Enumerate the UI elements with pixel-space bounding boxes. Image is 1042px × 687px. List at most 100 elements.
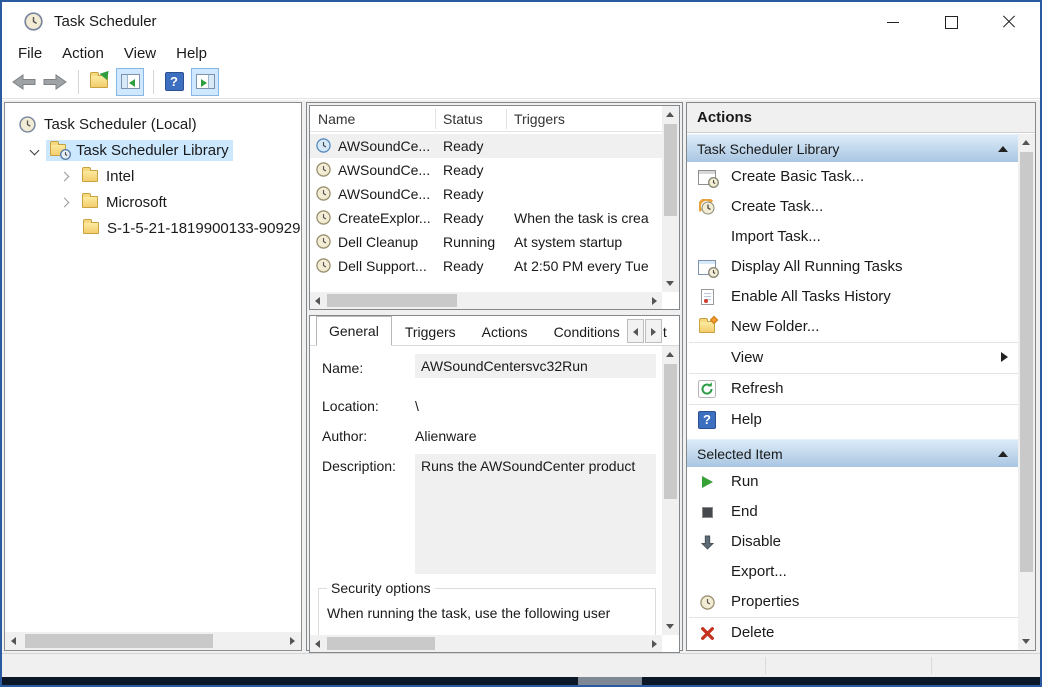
display-running-tasks-icon bbox=[698, 260, 716, 275]
action-new-folder[interactable]: New Folder... bbox=[687, 312, 1018, 342]
scroll-up-icon[interactable] bbox=[1022, 140, 1030, 145]
forward-button[interactable] bbox=[41, 68, 69, 96]
action-enable-history[interactable]: Enable All Tasks History bbox=[687, 282, 1018, 312]
task-row[interactable]: AWSoundCe... Ready bbox=[310, 158, 662, 182]
list-vertical-scrollbar[interactable] bbox=[662, 106, 679, 292]
task-row[interactable]: CreateExplor... Ready When the task is c… bbox=[310, 206, 662, 230]
actions-panel-title: Actions bbox=[687, 103, 1035, 133]
scroll-left-icon[interactable] bbox=[11, 637, 16, 645]
menu-help[interactable]: Help bbox=[166, 44, 217, 63]
chevron-down-icon[interactable] bbox=[30, 145, 40, 155]
description-label: Description: bbox=[322, 458, 396, 474]
task-row[interactable]: Dell Support... Ready At 2:50 PM every T… bbox=[310, 254, 662, 278]
scrollbar-thumb[interactable] bbox=[327, 637, 435, 650]
tree-item-sid[interactable]: S-1-5-21-1819900133-90929704-1 bbox=[5, 215, 301, 241]
properties-icon bbox=[696, 591, 718, 613]
column-header-triggers[interactable]: Triggers bbox=[514, 111, 565, 127]
scrollbar-thumb[interactable] bbox=[664, 364, 677, 499]
actions-vertical-scrollbar[interactable] bbox=[1018, 134, 1035, 650]
collapse-icon[interactable] bbox=[998, 451, 1008, 457]
delete-icon bbox=[696, 622, 718, 644]
task-row[interactable]: Dell Cleanup Running At system startup bbox=[310, 230, 662, 254]
menu-bar: File Action View Help bbox=[2, 42, 1040, 65]
scroll-down-icon[interactable] bbox=[666, 624, 674, 629]
tab-general[interactable]: General bbox=[316, 316, 392, 346]
scroll-left-icon[interactable] bbox=[315, 640, 320, 648]
clock-icon bbox=[316, 210, 331, 228]
tree-item-label: Task Scheduler (Local) bbox=[44, 116, 197, 133]
detail-vertical-scrollbar[interactable] bbox=[662, 346, 679, 635]
action-create-basic-task[interactable]: Create Basic Task... bbox=[687, 162, 1018, 192]
action-import-task[interactable]: Import Task... bbox=[687, 222, 1018, 252]
scroll-right-icon[interactable] bbox=[652, 640, 657, 648]
action-help[interactable]: Help bbox=[687, 405, 1018, 435]
scroll-down-icon[interactable] bbox=[666, 281, 674, 286]
list-horizontal-scrollbar[interactable] bbox=[310, 292, 662, 309]
help-toolbar-button[interactable] bbox=[160, 68, 188, 96]
chevron-right-icon[interactable] bbox=[60, 171, 70, 181]
tab-scroll-right-button[interactable] bbox=[645, 319, 662, 343]
tree-item-root[interactable]: Task Scheduler (Local) bbox=[5, 111, 301, 137]
tab-actions[interactable]: Actions bbox=[469, 317, 541, 346]
toggle-action-pane-button[interactable] bbox=[191, 68, 219, 96]
tree-horizontal-scrollbar[interactable] bbox=[5, 632, 301, 650]
toggle-console-tree-button[interactable] bbox=[116, 68, 144, 96]
console-tree-panel: Task Scheduler (Local) Task Scheduler Li… bbox=[4, 102, 302, 651]
actions-section-library[interactable]: Task Scheduler Library bbox=[687, 134, 1018, 162]
tree-item-microsoft[interactable]: Microsoft bbox=[5, 189, 301, 215]
tab-triggers[interactable]: Triggers bbox=[392, 317, 469, 346]
menu-view[interactable]: View bbox=[114, 44, 166, 63]
scroll-right-icon[interactable] bbox=[652, 297, 657, 305]
tab-scroll-left-button[interactable] bbox=[627, 319, 644, 343]
scroll-right-icon bbox=[651, 328, 656, 336]
scrollbar-thumb[interactable] bbox=[1020, 152, 1033, 572]
action-end[interactable]: End bbox=[687, 497, 1018, 527]
scrollbar-thumb[interactable] bbox=[25, 634, 213, 648]
task-row[interactable]: AWSoundCe... Ready bbox=[310, 182, 662, 206]
tab-conditions[interactable]: Conditions bbox=[541, 317, 633, 346]
back-button[interactable] bbox=[10, 68, 38, 96]
column-header-status[interactable]: Status bbox=[443, 111, 483, 127]
actions-section-selected-item[interactable]: Selected Item bbox=[687, 439, 1018, 467]
taskbar-strip bbox=[2, 677, 1040, 685]
action-properties[interactable]: Properties bbox=[687, 587, 1018, 617]
export-list-button[interactable] bbox=[85, 68, 113, 96]
detail-horizontal-scrollbar[interactable] bbox=[310, 635, 662, 652]
task-row[interactable]: AWSoundCe... Ready bbox=[310, 134, 662, 158]
toggle-action-pane-icon bbox=[196, 74, 215, 89]
action-view[interactable]: View bbox=[687, 343, 1018, 373]
collapse-icon[interactable] bbox=[998, 146, 1008, 152]
toggle-console-tree-icon bbox=[121, 74, 140, 89]
action-display-running-tasks[interactable]: Display All Running Tasks bbox=[687, 252, 1018, 282]
scroll-left-icon bbox=[633, 328, 638, 336]
list-header: Name Status Triggers bbox=[310, 106, 662, 132]
action-refresh[interactable]: Refresh bbox=[687, 374, 1018, 404]
folder-icon bbox=[82, 196, 98, 208]
action-export[interactable]: Export... bbox=[687, 557, 1018, 587]
chevron-right-icon[interactable] bbox=[60, 197, 70, 207]
tree-item-label: S-1-5-21-1819900133-90929704-1 bbox=[107, 220, 302, 237]
minimize-button[interactable] bbox=[864, 2, 922, 42]
close-button[interactable] bbox=[980, 2, 1038, 42]
scrollbar-thumb[interactable] bbox=[664, 124, 677, 216]
action-delete[interactable]: Delete bbox=[687, 618, 1018, 648]
results-pane: Name Status Triggers AWSoundCe... Ready … bbox=[306, 102, 683, 651]
column-header-name[interactable]: Name bbox=[318, 111, 355, 127]
maximize-button[interactable] bbox=[922, 2, 980, 42]
tree-item-library[interactable]: Task Scheduler Library bbox=[5, 137, 301, 163]
section-header-label: Task Scheduler Library bbox=[697, 141, 839, 157]
tree-item-intel[interactable]: Intel bbox=[5, 163, 301, 189]
scrollbar-thumb[interactable] bbox=[327, 294, 457, 307]
status-bar bbox=[2, 653, 1040, 677]
scroll-left-icon[interactable] bbox=[315, 297, 320, 305]
new-folder-icon bbox=[699, 321, 715, 333]
scroll-down-icon[interactable] bbox=[1022, 639, 1030, 644]
action-disable[interactable]: Disable bbox=[687, 527, 1018, 557]
menu-file[interactable]: File bbox=[8, 44, 52, 63]
action-create-task[interactable]: Create Task... bbox=[687, 192, 1018, 222]
action-run[interactable]: Run bbox=[687, 467, 1018, 497]
menu-action[interactable]: Action bbox=[52, 44, 114, 63]
scroll-up-icon[interactable] bbox=[666, 352, 674, 357]
scroll-up-icon[interactable] bbox=[666, 112, 674, 117]
scroll-right-icon[interactable] bbox=[290, 637, 295, 645]
